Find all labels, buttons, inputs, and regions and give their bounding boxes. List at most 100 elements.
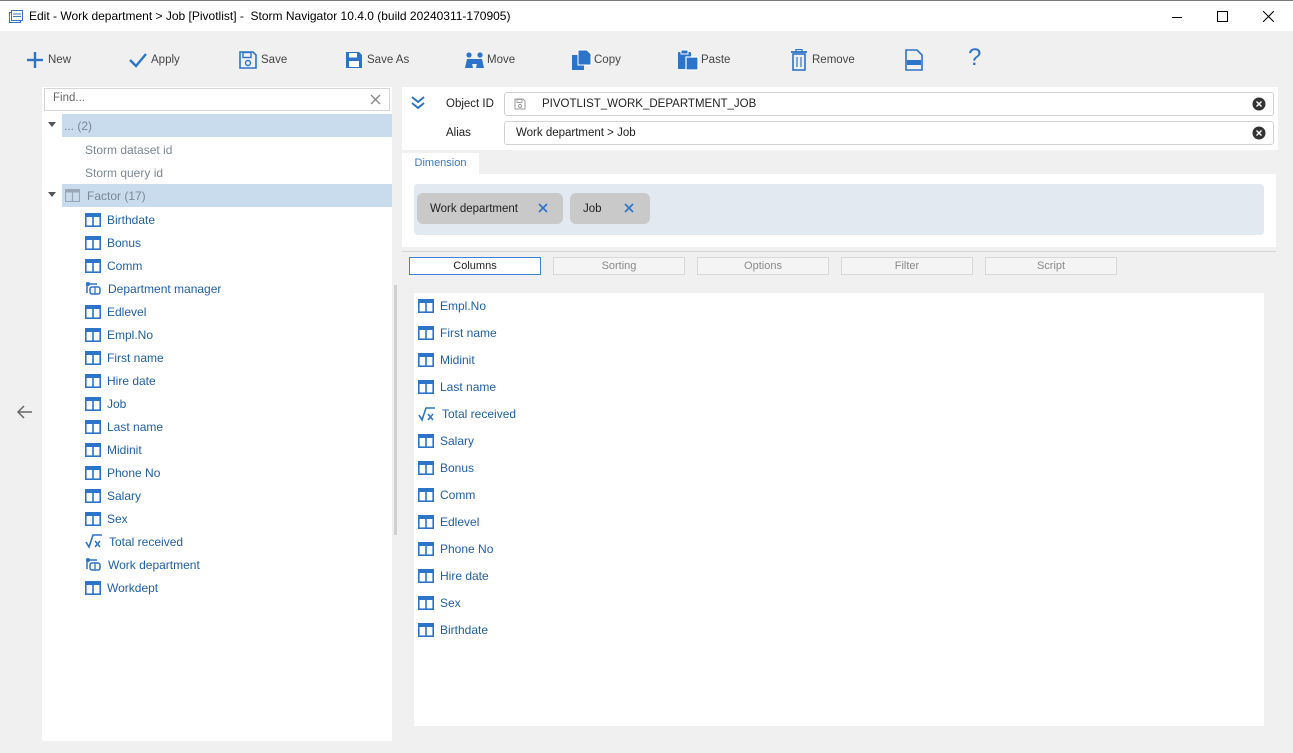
clear-field-icon[interactable]: [1252, 126, 1266, 140]
tree-item-label: First name: [107, 350, 164, 365]
column-icon: [418, 542, 434, 556]
tree-item-last-name[interactable]: Last name: [85, 415, 163, 438]
alias-field[interactable]: Work department > Job: [504, 121, 1274, 145]
tree-item-comm[interactable]: Comm: [85, 254, 142, 277]
help-button[interactable]: ?: [968, 44, 982, 71]
tree-item-label: Department manager: [108, 281, 222, 296]
list-item[interactable]: Bonus: [418, 458, 474, 478]
save-label: Save: [261, 54, 288, 66]
column-label: Empl.No: [440, 299, 487, 313]
paste-label: Paste: [701, 54, 731, 66]
tree-item-sex[interactable]: Sex: [85, 507, 128, 530]
column-icon: [85, 511, 101, 526]
object-id-field[interactable]: PIVOTLIST_WORK_DEPARTMENT_JOB: [504, 92, 1274, 116]
tree-group-label: Factor (17): [87, 189, 146, 203]
tree-item-label: Empl.No: [107, 327, 154, 342]
tab-columns[interactable]: Columns: [409, 257, 541, 275]
tree-item-salary[interactable]: Salary: [85, 484, 141, 507]
tree-item-first-name[interactable]: First name: [85, 346, 164, 369]
column-icon: [418, 623, 434, 637]
column-icon: [418, 434, 434, 448]
tree-item-label: Salary: [107, 488, 142, 503]
collapse-arrow-icon[interactable]: [48, 192, 56, 197]
tree-item-department-manager[interactable]: Department manager: [85, 277, 221, 300]
list-item[interactable]: Empl.No: [418, 296, 486, 316]
tab-dimension[interactable]: Dimension: [402, 153, 479, 174]
column-label: Hire date: [440, 569, 489, 583]
list-item[interactable]: Comm: [418, 485, 475, 505]
save-as-button[interactable]: Save As: [344, 48, 409, 72]
list-item[interactable]: Last name: [418, 377, 496, 397]
window-title: Edit - Work department > Job [Pivotlist]…: [29, 9, 511, 23]
dimension-drop-area[interactable]: Work department Job: [414, 184, 1264, 235]
save-button[interactable]: Save: [238, 48, 287, 72]
save-as-icon: [346, 52, 362, 68]
panel-splitter[interactable]: [394, 285, 397, 535]
tree-item-label: Last name: [107, 419, 164, 434]
new-button[interactable]: New: [25, 48, 71, 72]
clear-field-icon[interactable]: [1252, 97, 1266, 111]
tree-item-workdept[interactable]: Workdept: [85, 576, 158, 599]
list-item[interactable]: Hire date: [418, 566, 489, 586]
list-item[interactable]: Edlevel: [418, 512, 479, 532]
list-item[interactable]: Salary: [418, 431, 474, 451]
tree-item-label: Phone No: [107, 465, 161, 480]
export-xml-button[interactable]: [905, 48, 923, 72]
tree-item-label: Storm query id: [85, 166, 164, 180]
tree-item-label: Total received: [109, 534, 184, 549]
paste-button[interactable]: Paste: [677, 48, 730, 72]
tree-item-midinit[interactable]: Midinit: [85, 438, 142, 461]
tree-item-empl-no[interactable]: Empl.No: [85, 323, 153, 346]
move-button[interactable]: Move: [463, 48, 515, 72]
tree-item-edlevel[interactable]: Edlevel: [85, 300, 146, 323]
help-icon: ?: [968, 44, 982, 71]
tree-item-birthdate[interactable]: Birthdate: [85, 208, 155, 231]
column-icon: [418, 353, 434, 367]
tree-item-storm-query-id[interactable]: Storm query id: [42, 161, 392, 184]
tree-group-factor[interactable]: Factor (17): [42, 184, 392, 207]
tab-filter[interactable]: Filter: [841, 257, 973, 275]
collapse-arrow-icon[interactable]: [48, 122, 56, 127]
column-label: Salary: [440, 434, 475, 448]
list-item[interactable]: Birthdate: [418, 620, 488, 640]
apply-button[interactable]: Apply: [128, 48, 180, 72]
search-input[interactable]: [53, 92, 353, 104]
double-chevron-down-icon[interactable]: [411, 95, 425, 110]
tab-options[interactable]: Options: [697, 257, 829, 275]
column-icon: [85, 304, 101, 319]
minimize-button[interactable]: [1154, 1, 1200, 32]
tab-script[interactable]: Script: [985, 257, 1117, 275]
tree-item-job[interactable]: Job: [85, 392, 126, 415]
remove-chip-icon[interactable]: [624, 203, 634, 213]
clear-search-icon[interactable]: [370, 94, 381, 105]
column-label: Phone No: [440, 542, 494, 556]
list-item[interactable]: First name: [418, 323, 497, 343]
tree-group-other[interactable]: ... (2): [42, 114, 392, 137]
list-item[interactable]: Total received: [418, 404, 516, 424]
column-icon: [418, 488, 434, 502]
tree-item-work-department[interactable]: Work department: [85, 553, 200, 576]
tab-sorting[interactable]: Sorting: [553, 257, 685, 275]
dimension-chip[interactable]: Job: [570, 193, 650, 224]
close-button[interactable]: [1245, 1, 1291, 32]
list-item[interactable]: Sex: [418, 593, 461, 613]
column-label: Birthdate: [440, 623, 489, 637]
tree-item-total-received[interactable]: Total received: [85, 530, 183, 553]
new-label: New: [48, 54, 72, 66]
tree-item-hire-date[interactable]: Hire date: [85, 369, 156, 392]
column-icon: [418, 596, 434, 610]
list-item[interactable]: Midinit: [418, 350, 475, 370]
column-icon: [418, 569, 434, 583]
tree-item-bonus[interactable]: Bonus: [85, 231, 141, 254]
copy-button[interactable]: Copy: [571, 48, 621, 72]
tree-item-storm-dataset-id[interactable]: Storm dataset id: [42, 138, 392, 161]
list-item[interactable]: Phone No: [418, 539, 493, 559]
maximize-button[interactable]: [1199, 1, 1245, 32]
tree-item-phone-no[interactable]: Phone No: [85, 461, 160, 484]
plus-icon: [27, 52, 43, 68]
remove-button[interactable]: Remove: [790, 48, 855, 72]
back-arrow-icon[interactable]: [16, 405, 33, 419]
dimension-chip[interactable]: Work department: [417, 193, 563, 224]
column-icon: [85, 580, 101, 595]
remove-chip-icon[interactable]: [538, 203, 548, 213]
